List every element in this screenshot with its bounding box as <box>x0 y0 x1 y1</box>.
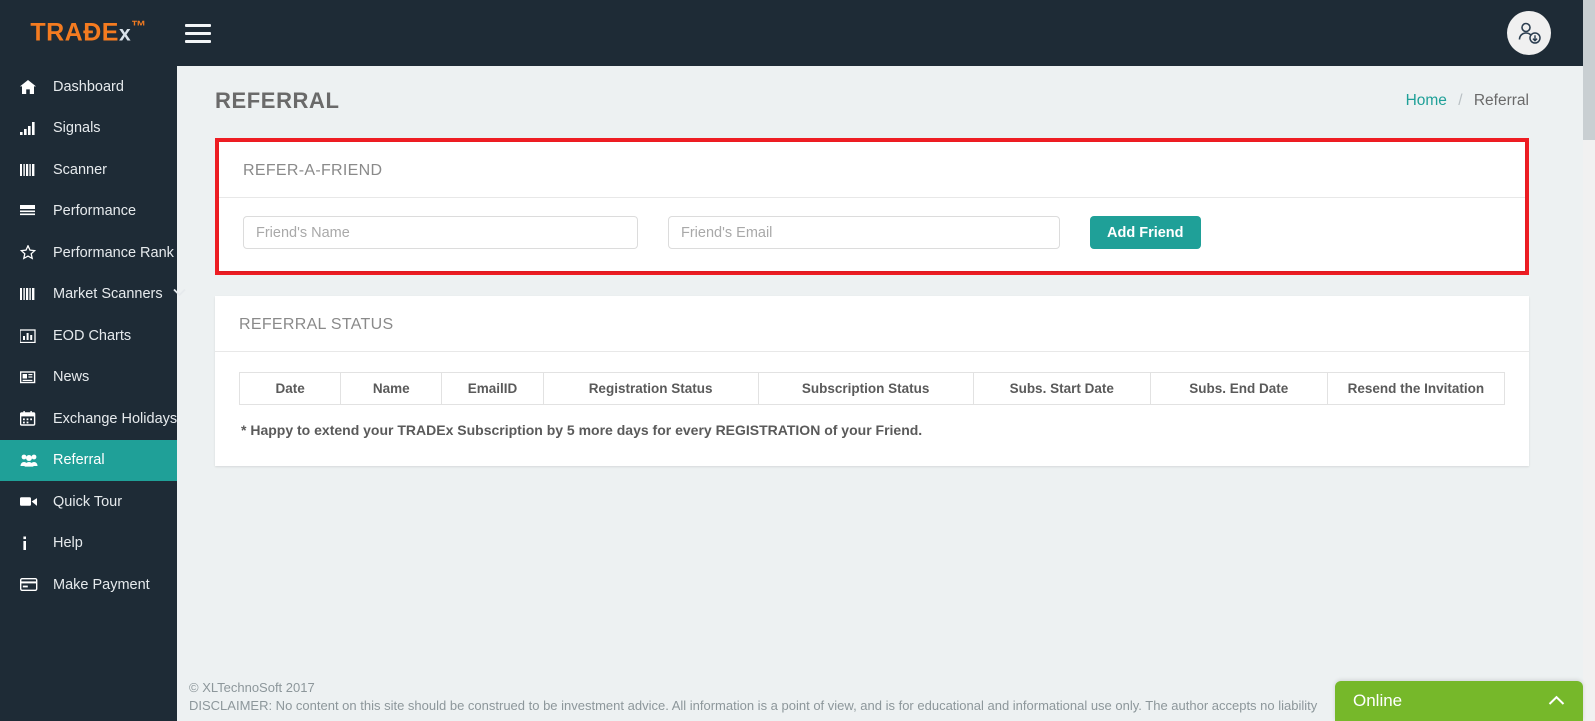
chat-status-label: Online <box>1353 691 1403 710</box>
column-header-name: Name <box>340 372 443 405</box>
table-head: Date Name EmailID Registration Status Su… <box>238 372 1506 405</box>
sidebar-item-label: EOD Charts <box>53 327 132 344</box>
referral-status-title: REFERRAL STATUS <box>215 296 1529 352</box>
brand-logo-text: TRAĐEx™ <box>30 18 146 47</box>
breadcrumb: Home / Referral <box>1406 92 1529 110</box>
brand-trademark: ™ <box>131 18 147 36</box>
sidebar-item-label: Dashboard <box>53 78 124 95</box>
add-friend-button[interactable]: Add Friend <box>1090 216 1201 249</box>
sidebar-item-scanner[interactable]: Scanner <box>0 149 177 191</box>
barcode-icon <box>20 163 46 177</box>
column-header-subs-end-date: Subs. End Date <box>1149 372 1328 405</box>
sidebar-item-label: Help <box>53 535 83 552</box>
sidebar-item-signals[interactable]: Signals <box>0 108 177 150</box>
sidebar-item-make-payment[interactable]: Make Payment <box>0 564 177 606</box>
chevron-down-icon[interactable] <box>172 288 186 300</box>
column-header-date: Date <box>238 372 342 405</box>
barcode-icon <box>20 287 46 301</box>
sidebar-item-label: Performance <box>53 203 137 220</box>
refer-a-friend-card-highlight: REFER-A-FRIEND Add Friend <box>215 138 1529 275</box>
brand-name-x: x <box>118 22 132 46</box>
brand-name-main: TRAĐE <box>30 18 119 47</box>
user-download-icon <box>1518 22 1541 44</box>
referral-status-card: REFERRAL STATUS Date Name EmailID Regist… <box>215 296 1529 466</box>
video-camera-icon <box>20 495 46 508</box>
newspaper-icon <box>20 370 46 384</box>
sidebar-item-help[interactable]: Help <box>0 523 177 565</box>
page-scrollbar-thumb[interactable] <box>1583 0 1595 140</box>
column-header-subscription-status: Subscription Status <box>757 372 974 405</box>
main-content: REFERRAL Home / Referral REFER-A-FRIEND … <box>177 66 1583 721</box>
star-icon <box>20 245 46 260</box>
user-account-button[interactable] <box>1507 11 1551 55</box>
sidebar-item-label: News <box>53 369 90 386</box>
sidebar-item-label: Signals <box>53 120 101 137</box>
sidebar-item-referral[interactable]: Referral <box>0 439 177 481</box>
hamburger-menu-icon[interactable] <box>185 16 219 50</box>
column-header-emailid: EmailID <box>441 372 544 405</box>
sidebar-item-quick-tour[interactable]: Quick Tour <box>0 481 177 523</box>
sidebar-item-label: Exchange Holidays <box>53 410 178 427</box>
signal-bars-icon <box>20 121 46 136</box>
sidebar-item-performance-rank[interactable]: Performance Rank <box>0 232 177 274</box>
referral-status-note: * Happy to extend your TRADEx Subscripti… <box>241 422 923 438</box>
breadcrumb-home-link[interactable]: Home <box>1406 92 1447 109</box>
table-header-row: Date Name EmailID Registration Status Su… <box>238 372 1506 405</box>
refer-a-friend-title: REFER-A-FRIEND <box>219 142 1525 198</box>
bar-chart-icon <box>20 329 46 343</box>
page-header: REFERRAL Home / Referral <box>177 66 1583 114</box>
hamburger-bar <box>185 23 211 27</box>
top-navbar: TRAĐEx™ <box>0 0 1583 66</box>
sidebar-item-dashboard[interactable]: Dashboard <box>0 66 177 108</box>
info-icon <box>20 536 46 551</box>
users-icon <box>20 453 46 467</box>
sidebar-item-label: Referral <box>53 452 105 469</box>
referral-status-body: Date Name EmailID Registration Status Su… <box>215 352 1529 466</box>
refer-a-friend-card: REFER-A-FRIEND Add Friend <box>219 142 1525 271</box>
sidebar-item-exchange-holidays[interactable]: Exchange Holidays <box>0 398 177 440</box>
sidebar-item-performance[interactable]: Performance <box>0 191 177 233</box>
sidebar-navigation: Dashboard Signals Scanner Performance Pe… <box>0 66 186 721</box>
sidebar-item-label: Market Scanners <box>53 286 163 303</box>
sidebar-item-market-scanners[interactable]: Market Scanners <box>0 274 186 316</box>
friend-name-input[interactable] <box>243 216 638 249</box>
friend-email-input[interactable] <box>668 216 1060 249</box>
brand-logo[interactable]: TRAĐEx™ <box>0 0 177 66</box>
credit-card-icon <box>20 578 46 592</box>
sidebar-item-label: Scanner <box>53 161 108 178</box>
chat-widget[interactable]: Online <box>1335 681 1583 721</box>
column-header-subs-start-date: Subs. Start Date <box>972 372 1151 405</box>
topbar-right-group <box>1507 11 1551 55</box>
sidebar-item-eod-charts[interactable]: EOD Charts <box>0 315 177 357</box>
list-icon <box>20 204 46 218</box>
sidebar-item-news[interactable]: News <box>0 357 177 399</box>
refer-a-friend-body: Add Friend <box>219 198 1525 271</box>
sidebar-item-label: Performance Rank <box>53 244 174 261</box>
sidebar-item-label: Quick Tour <box>53 493 123 510</box>
chevron-up-icon[interactable] <box>1548 693 1565 710</box>
breadcrumb-current: Referral <box>1473 92 1529 109</box>
hamburger-bar <box>185 31 211 35</box>
hamburger-bar <box>185 39 211 43</box>
application-root: TRAĐEx™ Dashboard Signals Scanner Perfor… <box>0 0 1595 721</box>
referral-status-table: Date Name EmailID Registration Status Su… <box>238 372 1506 405</box>
page-title: REFERRAL <box>215 88 340 113</box>
sidebar-item-label: Make Payment <box>53 576 150 593</box>
column-header-registration-status: Registration Status <box>542 372 759 405</box>
breadcrumb-separator: / <box>1458 92 1463 109</box>
home-icon <box>20 79 46 94</box>
refer-a-friend-form: Add Friend <box>243 216 1501 249</box>
calendar-icon <box>20 411 46 426</box>
column-header-resend-invitation: Resend the Invitation <box>1326 372 1506 405</box>
